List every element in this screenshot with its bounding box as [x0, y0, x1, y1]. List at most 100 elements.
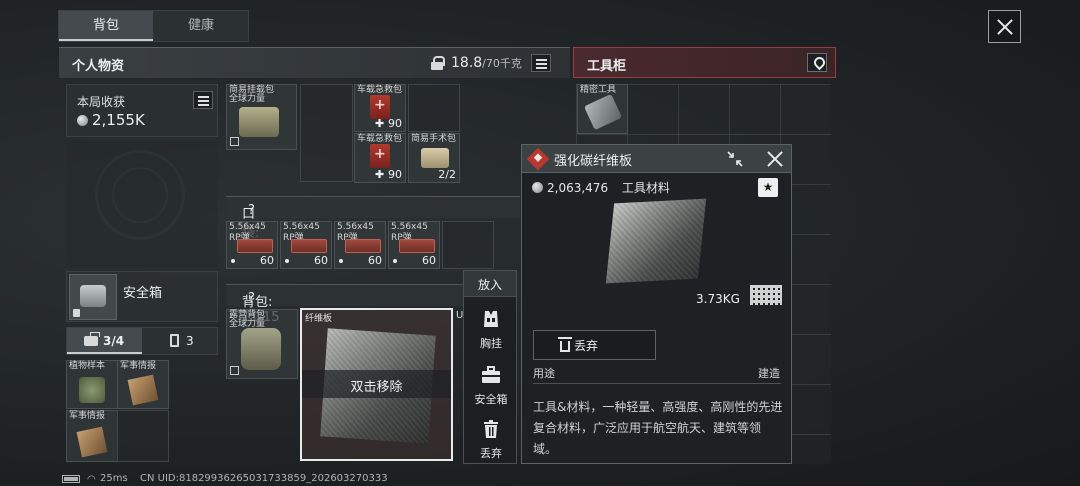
- ammo-image: [399, 239, 435, 253]
- usage-label: 用途: [533, 367, 555, 380]
- backpack-item-fiberboard-selected[interactable]: 纤维板 双击移除: [300, 308, 453, 461]
- safe-box-image: [80, 285, 106, 307]
- safe-box-thumb: [69, 274, 117, 320]
- close-icon[interactable]: [988, 10, 1021, 43]
- backpack-item-camp-bag[interactable]: 露营背包 全球力量: [226, 309, 298, 379]
- safe-tab-items[interactable]: 3/4: [67, 328, 142, 354]
- ping-readout: 25ms: [100, 473, 128, 484]
- toolbox-header: 工具柜: [573, 47, 836, 78]
- toolbox-title: 工具柜: [587, 59, 627, 74]
- surgery-kit-image: [421, 148, 449, 168]
- item-count: ✚ 90: [374, 168, 402, 181]
- item-count: 60: [260, 254, 274, 267]
- dot-icon: [393, 259, 397, 263]
- item-name: 植物样本: [69, 361, 106, 371]
- uid-readout: CN UID:8182993626503173385​9_20260327033…: [140, 473, 388, 484]
- ammo-image: [345, 239, 381, 253]
- safe-item-intel-2[interactable]: 军事情报: [66, 410, 118, 462]
- harvest-list-icon[interactable]: [193, 91, 213, 109]
- popup-title-bar: 强化碳纤维板: [522, 145, 791, 173]
- ammo-image: [237, 239, 273, 253]
- briefcase-icon: [84, 332, 100, 346]
- weight-readout: 18.8/70千克: [451, 55, 522, 71]
- popup-price: 2,063,476: [547, 181, 609, 195]
- safe-tab-cards-label: 3: [186, 334, 194, 348]
- collapse-icon[interactable]: [727, 151, 743, 167]
- coin-icon: [532, 182, 543, 193]
- tab-backpack[interactable]: 背包: [59, 11, 153, 41]
- discard-label: 丢弃: [574, 339, 599, 353]
- dot-icon: [339, 259, 343, 263]
- intel-image: [76, 426, 108, 458]
- safe-tab-items-label: 3/4: [103, 334, 125, 348]
- context-item-vest[interactable]: 胸挂: [464, 303, 518, 355]
- popup-weight: 3.73KG: [696, 292, 740, 306]
- medkit-image: [370, 95, 390, 119]
- help-icon[interactable]: ?: [248, 203, 255, 218]
- context-item-label: 胸挂: [480, 337, 502, 350]
- tab-bar: 背包 健康: [58, 10, 249, 42]
- coin-icon: [77, 115, 88, 126]
- safe-tab-cards[interactable]: 3: [143, 328, 218, 354]
- safe-empty-slot[interactable]: [117, 410, 169, 462]
- safe-box-label: 安全箱: [123, 286, 163, 301]
- size-grid-icon: [750, 285, 782, 305]
- lock-icon: [431, 56, 445, 70]
- precision-tool-image: [583, 93, 623, 131]
- equip-area: [66, 140, 218, 268]
- item-name: 简易手术包: [411, 134, 457, 144]
- rarity-diamond-icon: [526, 147, 550, 171]
- pocket-item-2[interactable]: 5.56x45 RP弹 60: [280, 221, 332, 269]
- popup-price-row: 2,063,476 工具材料: [532, 179, 670, 196]
- briefcase-icon: [482, 366, 500, 383]
- pocket-empty-slot[interactable]: [442, 221, 494, 269]
- context-item-safe-box[interactable]: 安全箱: [464, 359, 518, 411]
- help-icon[interactable]: ?: [248, 291, 255, 306]
- remove-hint-bar: 双击移除: [302, 370, 451, 398]
- context-menu: 放入 胸挂 安全箱 丢弃: [463, 270, 517, 464]
- popup-close-icon[interactable]: [767, 151, 783, 167]
- card-icon: [170, 334, 179, 347]
- list-icon[interactable]: [531, 54, 551, 72]
- item-name: 5.56x45: [391, 222, 428, 232]
- item-name: 纤维板: [305, 314, 333, 324]
- item-simple-pack[interactable]: 简易挂载包 全球力量: [226, 84, 297, 150]
- empty-slot[interactable]: [300, 84, 353, 182]
- item-medkit-1[interactable]: 车载急救包 ✚ 90: [354, 84, 406, 132]
- safe-item-plant-sample[interactable]: 植物样本: [66, 360, 118, 409]
- item-count: ✚ 90: [374, 117, 402, 130]
- ammo-image: [291, 239, 327, 253]
- usage-value[interactable]: 建造: [758, 365, 780, 381]
- plant-sample-image: [79, 377, 105, 403]
- pocket-item-4[interactable]: 5.56x45 RP弹 60: [388, 221, 440, 269]
- insured-icon: [230, 137, 239, 146]
- wifi-icon: ◠: [87, 474, 96, 485]
- item-name: 5.56x45: [229, 222, 266, 232]
- popup-discard-button[interactable]: 丢弃: [533, 330, 656, 360]
- battery-icon: [62, 475, 80, 483]
- star-icon[interactable]: ★: [758, 178, 778, 197]
- harvest-panel: 本局收获 2,155K: [66, 84, 218, 137]
- item-medkit-2[interactable]: 车载急救包 ✚ 90: [354, 133, 406, 183]
- safe-item-intel[interactable]: 军事情报: [117, 360, 169, 409]
- context-item-discard[interactable]: 丢弃: [464, 413, 518, 465]
- item-surgery-kit[interactable]: 简易手术包 2/2: [408, 133, 460, 183]
- pocket-item-3[interactable]: 5.56x45 RP弹 60: [334, 221, 386, 269]
- toolbox-item-precision-tool[interactable]: 精密工具: [577, 84, 628, 134]
- insured-icon: [230, 366, 239, 375]
- item-count: 60: [314, 254, 328, 267]
- popup-description: 工具&材料，一种轻量、高强度、高刚性的先进复合材料，广泛应用于航空航天、建筑等领…: [533, 400, 783, 456]
- tab-health[interactable]: 健康: [154, 11, 248, 41]
- empty-slot[interactable]: [408, 84, 460, 132]
- location-pin-icon[interactable]: [807, 53, 827, 72]
- backpack-header: 背包: 11/15?: [226, 284, 466, 325]
- popup-title: 强化碳纤维板: [554, 154, 633, 169]
- item-detail-popup: 强化碳纤维板 2,063,476 工具材料 ★ 3.73KG 丢弃 用途 建造 …: [521, 144, 792, 464]
- pocket-item-1[interactable]: 5.56x45 RP弹 60: [226, 221, 278, 269]
- personal-title: 个人物资: [72, 59, 125, 74]
- dot-icon: [285, 259, 289, 263]
- safe-box-slot[interactable]: 安全箱: [66, 271, 218, 322]
- context-item-label: 丢弃: [480, 447, 502, 460]
- item-name: 军事情报: [120, 361, 157, 371]
- safe-box-tabs: 3/4 3: [66, 327, 218, 355]
